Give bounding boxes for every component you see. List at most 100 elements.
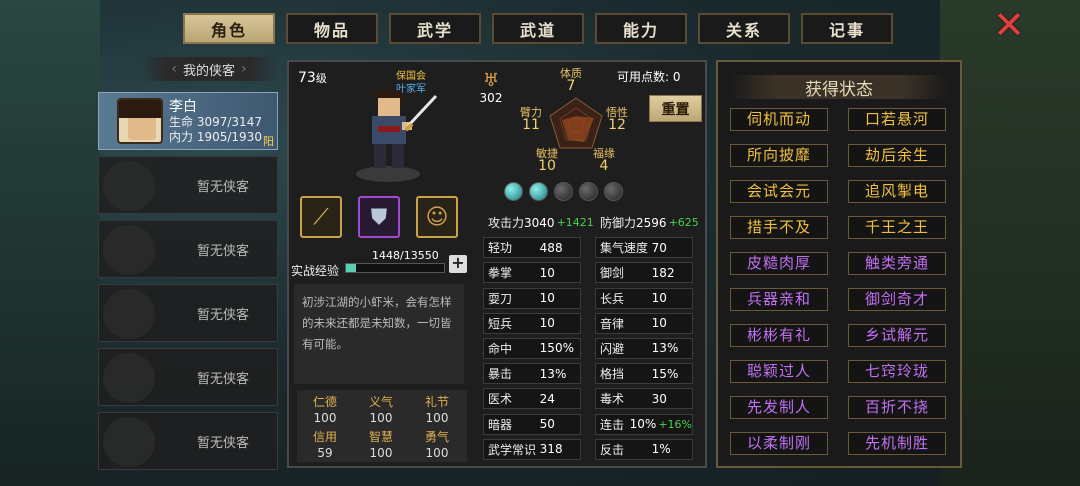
stat-label: 音律	[600, 316, 625, 331]
hero-slot-empty[interactable]: 暂无侠客	[98, 156, 278, 214]
add-exp-button[interactable]: +	[449, 255, 467, 273]
stat-label: 医术	[488, 392, 513, 407]
hero-slot-empty[interactable]: 暂无侠客	[98, 220, 278, 278]
stat-cell: 毒术 30	[595, 388, 693, 410]
hero-mp: 内力 1905/1930	[169, 130, 262, 144]
weapon-slot[interactable]: ⟋	[300, 196, 342, 238]
accessory-slot[interactable]: ☺	[416, 196, 458, 238]
arrow-left-icon[interactable]: ‹	[171, 61, 177, 77]
stat-value: 10	[651, 291, 667, 306]
status-title: 获得状态	[730, 75, 948, 100]
status-buff[interactable]: 百折不挠	[848, 396, 946, 419]
status-buff[interactable]: 先机制胜	[848, 432, 946, 455]
status-buff[interactable]: 御剑奇才	[848, 288, 946, 311]
stat-row: 医术 24 毒术 30	[483, 388, 701, 410]
status-buff[interactable]: 聪颖过人	[730, 360, 828, 383]
reset-button[interactable]: 重置	[649, 95, 702, 122]
stat-row: 命中 150% 闪避 13%	[483, 337, 701, 360]
virtue-renDe: 仁德 100	[312, 395, 337, 425]
stat-label: 暗器	[488, 417, 513, 432]
status-buff[interactable]: 会试会元	[730, 180, 828, 203]
status-buff[interactable]: 触类旁通	[848, 252, 946, 275]
status-buff[interactable]: 皮糙肉厚	[730, 252, 828, 275]
tab-relations[interactable]: 关系	[698, 13, 790, 44]
stat-label: 集气速度	[600, 241, 649, 256]
stat-bonus: +625	[668, 216, 699, 229]
tab-abilities[interactable]: 能力	[595, 13, 687, 44]
meridian-orbs	[504, 182, 623, 201]
tab-martial-way[interactable]: 武道	[492, 13, 584, 44]
virtue-yiQi: 义气 100	[368, 395, 393, 425]
stat-value: 13%	[651, 341, 679, 356]
stat-label: 耍刀	[488, 291, 513, 306]
stat-value: 3040	[524, 215, 555, 230]
stat-cell: 耍刀 10	[483, 287, 581, 309]
stat-label: 反击	[600, 442, 625, 457]
available-points: 可用点数: 0	[617, 70, 681, 84]
stat-value: 30	[651, 391, 667, 406]
hero-slot-empty[interactable]: 暂无侠客	[98, 348, 278, 406]
status-buff[interactable]: 追风掣电	[848, 180, 946, 203]
stat-value: 24	[539, 391, 555, 406]
status-buff[interactable]: 先发制人	[730, 396, 828, 419]
stat-cell: 暗器 50	[483, 413, 581, 435]
stat-cell: 攻击力 3040 +1421	[483, 212, 594, 233]
stat-label: 暴击	[488, 367, 513, 382]
silhouette-icon	[103, 353, 155, 403]
status-buff[interactable]: 兵器亲和	[730, 288, 828, 311]
stat-cell: 命中 150%	[483, 337, 581, 359]
orb-active-icon	[504, 182, 523, 201]
stat-cell: 防御力 2596 +625	[595, 212, 699, 233]
stat-cell: 闪避 13%	[595, 337, 693, 359]
exp-value: 1448/13550	[372, 249, 439, 262]
hero-slot-empty[interactable]: 暂无侠客	[98, 412, 278, 470]
attr-comprehension: 悟性 12	[606, 106, 628, 133]
stat-row: 暴击 13% 格挡 15%	[483, 363, 701, 385]
virtue-yongQi: 勇气 100	[424, 430, 449, 460]
level: 73级	[298, 70, 327, 86]
armor-slot[interactable]: ⛊	[358, 196, 400, 238]
tab-martial-arts[interactable]: 武学	[389, 13, 481, 44]
stat-bonus: +1421	[556, 216, 594, 229]
empty-label: 暂无侠客	[196, 244, 249, 259]
exp-bar-fill	[346, 264, 357, 272]
stat-cell: 音律 10	[595, 312, 693, 334]
status-buff[interactable]: 彬彬有礼	[730, 324, 828, 347]
status-buff[interactable]: 乡试解元	[848, 324, 946, 347]
close-icon[interactable]: ✕	[992, 6, 1026, 44]
stat-value: 2596	[636, 215, 667, 230]
stat-row: 武学常识 318 反击 1%	[483, 438, 701, 461]
stat-value: 13%	[539, 366, 567, 381]
status-buff[interactable]: 伺机而动	[730, 108, 828, 131]
stat-value: 10	[539, 316, 555, 331]
stats-table: 攻击力 3040 +1421 防御力 2596 +625 轻功 488 集气速度 70 拳掌 10 御剑…	[483, 212, 701, 464]
status-buff[interactable]: 千王之王	[848, 216, 946, 239]
stat-label: 轻功	[488, 241, 513, 256]
tab-items[interactable]: 物品	[286, 13, 378, 44]
stat-value: 70	[651, 240, 667, 255]
hero-slot-empty[interactable]: 暂无侠客	[98, 284, 278, 342]
status-buff[interactable]: 以柔制刚	[730, 432, 828, 455]
status-buff[interactable]: 劫后余生	[848, 144, 946, 167]
stat-cell: 医术 24	[483, 388, 581, 410]
tab-character[interactable]: 角色	[183, 13, 275, 44]
empty-label: 暂无侠客	[196, 436, 249, 451]
stat-label: 毒术	[600, 392, 625, 407]
stat-row: 轻功 488 集气速度 70	[483, 237, 701, 259]
virtues-row-1: 仁德 100 义气 100 礼节 100	[297, 394, 467, 426]
stat-label: 格挡	[600, 367, 625, 382]
arrow-right-icon[interactable]: ›	[241, 61, 247, 77]
hero-slot-selected[interactable]: 李白 生命 3097/3147 内力 1905/1930 阳	[98, 92, 278, 150]
status-buff[interactable]: 所向披靡	[730, 144, 828, 167]
silhouette-icon	[103, 289, 155, 339]
stat-value: 488	[539, 240, 563, 255]
status-buff[interactable]: 口若悬河	[848, 108, 946, 131]
stat-row: 短兵 10 音律 10	[483, 312, 701, 335]
status-buff[interactable]: 七窍玲珑	[848, 360, 946, 383]
virtues-row-2: 信用 59 智慧 100 勇气 100	[297, 429, 467, 461]
tab-journal[interactable]: 记事	[801, 13, 893, 44]
stat-label: 短兵	[488, 316, 513, 331]
hero-list-header: ‹ 我的侠客 ›	[140, 57, 278, 81]
status-buff[interactable]: 措手不及	[730, 216, 828, 239]
stat-label: 拳掌	[488, 266, 513, 281]
